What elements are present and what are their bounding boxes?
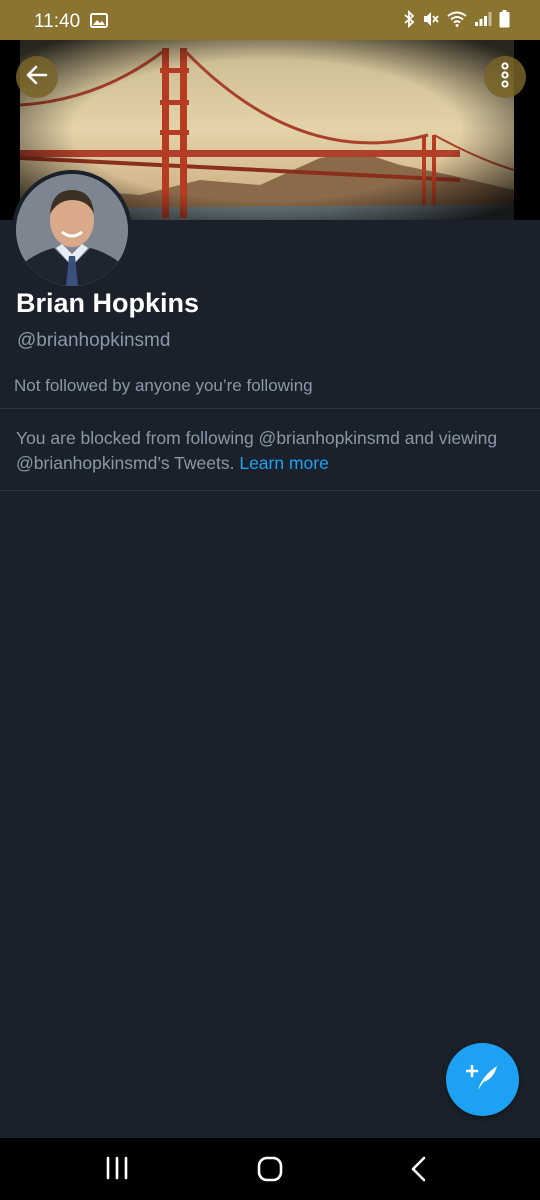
signal-icon (474, 11, 492, 27)
recents-icon (104, 1155, 130, 1186)
nav-back-button[interactable] (408, 1155, 428, 1188)
blocked-message: You are blocked from following @brianhop… (16, 426, 516, 475)
profile-name: Brian Hopkins (16, 288, 200, 318)
profile-content (0, 220, 540, 1138)
mute-icon (422, 10, 440, 28)
status-time: 11:40 (34, 11, 81, 32)
status-bar: 11:40 (0, 0, 540, 40)
home-icon (256, 1155, 284, 1188)
back-button[interactable] (16, 56, 58, 98)
image-icon (90, 13, 108, 33)
home-button[interactable] (256, 1155, 284, 1188)
avatar[interactable] (12, 170, 132, 290)
battery-icon (499, 10, 510, 28)
compose-tweet-button[interactable] (446, 1043, 519, 1116)
system-nav-bar (0, 1138, 540, 1200)
divider (0, 408, 540, 409)
learn-more-link[interactable]: Learn more (239, 453, 329, 473)
more-options-button[interactable] (484, 56, 526, 98)
wifi-icon (447, 11, 467, 27)
followed-by-text: Not followed by anyone you’re following (14, 376, 313, 395)
bluetooth-icon (403, 10, 415, 28)
arrow-left-icon (26, 65, 48, 90)
back-icon (408, 1155, 428, 1188)
profile-handle: @brianhopkinsmd (17, 330, 171, 351)
compose-tweet-icon (465, 1062, 500, 1097)
more-vertical-icon (500, 61, 510, 93)
recents-button[interactable] (104, 1155, 130, 1186)
divider (0, 490, 540, 491)
